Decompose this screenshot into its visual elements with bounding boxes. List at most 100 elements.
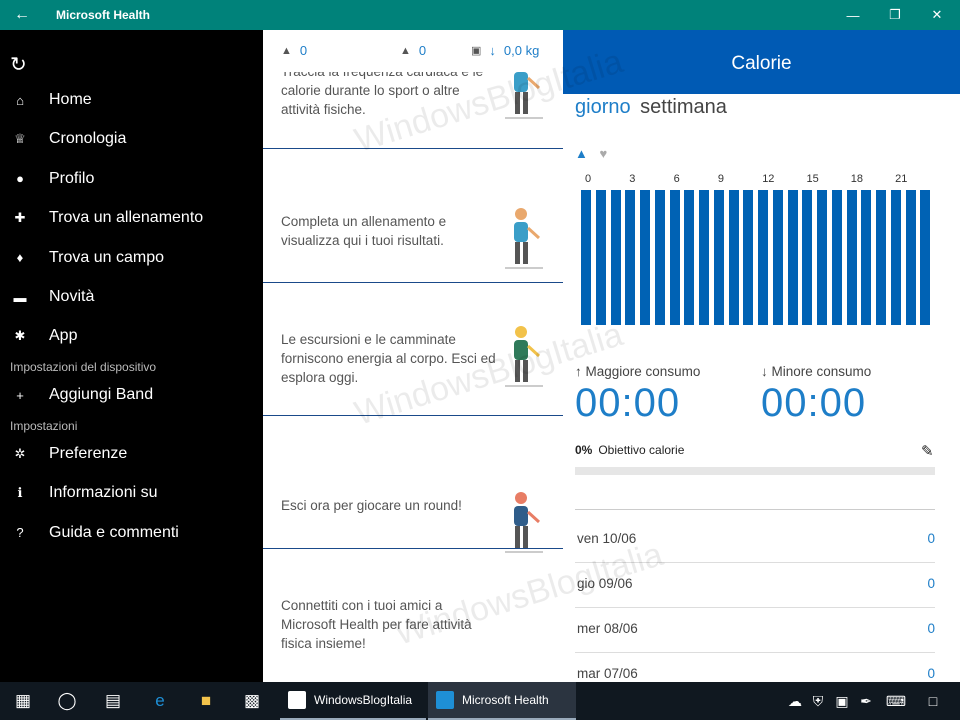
maximize-icon: ❐	[889, 7, 901, 22]
action-center-icon[interactable]: □	[922, 682, 944, 720]
gear-icon: ✲	[14, 446, 26, 461]
day-row[interactable]: gio 09/06 0	[575, 563, 935, 608]
onedrive-icon[interactable]: ☁	[783, 682, 807, 720]
sidebar-item-sidebar.settings_items-0[interactable]: ✲ Preferenze	[0, 436, 263, 472]
sidebar-item-sidebar.items-2[interactable]: ● Profilo	[0, 161, 263, 197]
hour-bar	[684, 190, 695, 325]
sidebar-item-sidebar.items-1[interactable]: ♕ Cronologia	[0, 121, 263, 157]
minimize-button[interactable]: —	[830, 0, 876, 30]
shield-icon[interactable]: ⛨	[806, 682, 830, 720]
start-button[interactable]: ▦	[0, 682, 46, 720]
edit-pencil-icon[interactable]: ✎	[921, 442, 934, 460]
dashboard-card[interactable]: Completa un allenamento e visualizza qui…	[263, 150, 563, 283]
card-illustration	[499, 204, 549, 274]
edge-icon: e	[155, 691, 165, 710]
calories-header: Calorie	[563, 30, 960, 94]
sidebar-item-sidebar.settings_items-1[interactable]: ℹ Informazioni su	[0, 475, 263, 511]
sidebar-item-sidebar.items-0[interactable]: ⌂ Home	[0, 82, 263, 118]
summary-stats-bar: ▲ 0 ▲ 0 ▣ ↓ 0,0 kg	[263, 30, 563, 72]
calories-value: 0	[418, 43, 427, 58]
pen-icon[interactable]: ✒	[854, 682, 878, 720]
dashboard-card[interactable]: Le escursioni e le camminate forniscono …	[263, 283, 563, 416]
sidebar-item-sidebar.items-6[interactable]: ✱ App	[0, 318, 263, 354]
hour-tick-label: 21	[895, 173, 908, 185]
task-view-button[interactable]: ▤	[90, 682, 136, 720]
maximize-button[interactable]: ❐	[872, 0, 918, 30]
card-text: Connettiti con i tuoi amici a Microsoft …	[281, 598, 472, 651]
hour-bar	[802, 190, 813, 325]
taskbar-app-microsoft-health[interactable]: Microsoft Health	[428, 682, 576, 720]
period-tabs: giorno settimana	[575, 96, 727, 119]
hour-tick-label: 0	[585, 173, 592, 185]
dashboard-card[interactable]: Esci ora per giocare un round!	[263, 416, 563, 553]
day-row[interactable]: ven 10/06 0	[575, 518, 935, 563]
hour-tick-label: 9	[717, 173, 725, 185]
day-row[interactable]: mar 07/06 0	[575, 653, 935, 682]
hour-bar	[846, 190, 857, 325]
scale-icon: ▣	[471, 45, 482, 57]
hour-bar	[905, 190, 916, 325]
calories-title: Calorie	[731, 53, 792, 74]
edge-button[interactable]: e	[137, 682, 183, 720]
min-consumption: ↓ Minore consumo 00:00	[761, 364, 871, 426]
window-app-icon	[288, 691, 306, 709]
day-row[interactable]: mer 08/06 0	[575, 608, 935, 653]
sidebar-item-label: Preferenze	[49, 445, 128, 462]
store-icon: ▩	[243, 691, 261, 710]
sidebar: ↻ ⌂ Home ♕ Cronologia ● Profilo ✚ Trova un alle…	[0, 30, 263, 682]
hour-bar	[654, 190, 665, 325]
sidebar-item-sidebar.settings_items-2[interactable]: ? Guida e commenti	[0, 515, 263, 551]
hour-bar	[758, 190, 768, 325]
search-circle-icon: ◯	[57, 691, 77, 710]
divider	[575, 509, 935, 510]
home-icon: ⌂	[16, 92, 24, 108]
dashboard-card[interactable]: Connettiti con i tuoi amici a Microsoft …	[263, 549, 563, 682]
sidebar-item-label: Guida e commenti	[49, 523, 179, 541]
hour-bar	[610, 190, 621, 325]
back-button[interactable]: ←	[0, 0, 44, 30]
max-consumption-value: 00:00	[575, 381, 681, 425]
hour-bar	[743, 190, 754, 325]
sidebar-item-sidebar.device_items-0[interactable]: + Aggiungi Band	[0, 377, 263, 413]
flame-icon[interactable]: ▲	[575, 146, 588, 161]
weight-stat[interactable]: ▣ ↓ 0,0 kg	[471, 43, 539, 58]
card-illustration	[499, 322, 549, 392]
heart-icon[interactable]: ♥	[600, 146, 608, 161]
close-button[interactable]: ✕	[914, 0, 960, 30]
search-button[interactable]: ◯	[44, 682, 90, 720]
hour-bar	[595, 190, 606, 325]
calories-panel: Calorie giorno settimana ▲ ♥ 0 3 6 9 12 15 18 2…	[563, 30, 960, 682]
taskbar-app-label: WindowsBlogItalia	[314, 693, 413, 707]
taskbar-app-windowsblogitalia[interactable]: WindowsBlogItalia	[280, 682, 426, 720]
sidebar-item-label: App	[49, 327, 78, 345]
card-text: Esci ora per giocare un round!	[281, 498, 462, 513]
workout-icon: ✚	[14, 210, 26, 226]
device-settings-section-label: Impostazioni del dispositivo	[10, 360, 157, 374]
sidebar-item-label: Trova un allenamento	[49, 209, 204, 227]
hour-bar	[817, 190, 827, 325]
steps-stat[interactable]: ▲ 0	[281, 43, 307, 58]
sidebar-item-sidebar.items-4[interactable]: ♦ Trova un campo	[0, 240, 263, 276]
store-button[interactable]: ▩	[229, 682, 275, 720]
tab-day[interactable]: giorno	[575, 96, 631, 118]
hour-bar	[699, 190, 709, 325]
goal-progress-bar	[575, 467, 935, 475]
tab-week[interactable]: settimana	[640, 96, 727, 118]
person-icon: ●	[16, 171, 24, 187]
sync-icon[interactable]: ↻	[10, 52, 27, 77]
sidebar-item-label: Novità	[49, 288, 95, 305]
calories-stat[interactable]: ▲ 0	[400, 43, 426, 58]
sidebar-item-sidebar.items-5[interactable]: ▬ Novità	[0, 279, 263, 315]
hour-tick-label: 18	[850, 173, 864, 185]
close-icon: ✕	[931, 7, 943, 22]
file-explorer-button[interactable]: ■	[183, 682, 229, 720]
flame-icon: ▲	[400, 44, 411, 57]
pin-icon: ♦	[16, 250, 24, 266]
settings-section-label: Impostazioni	[10, 419, 78, 433]
title-bar: ← Microsoft Health — ❐ ✕	[0, 0, 960, 30]
sidebar-item-label: Trova un campo	[49, 248, 165, 266]
keyboard-icon[interactable]: ⌨	[882, 682, 910, 720]
hour-tick-label: 12	[762, 173, 775, 185]
network-icon[interactable]: ▣	[830, 682, 854, 720]
sidebar-item-sidebar.items-3[interactable]: ✚ Trova un allenamento	[0, 200, 263, 236]
